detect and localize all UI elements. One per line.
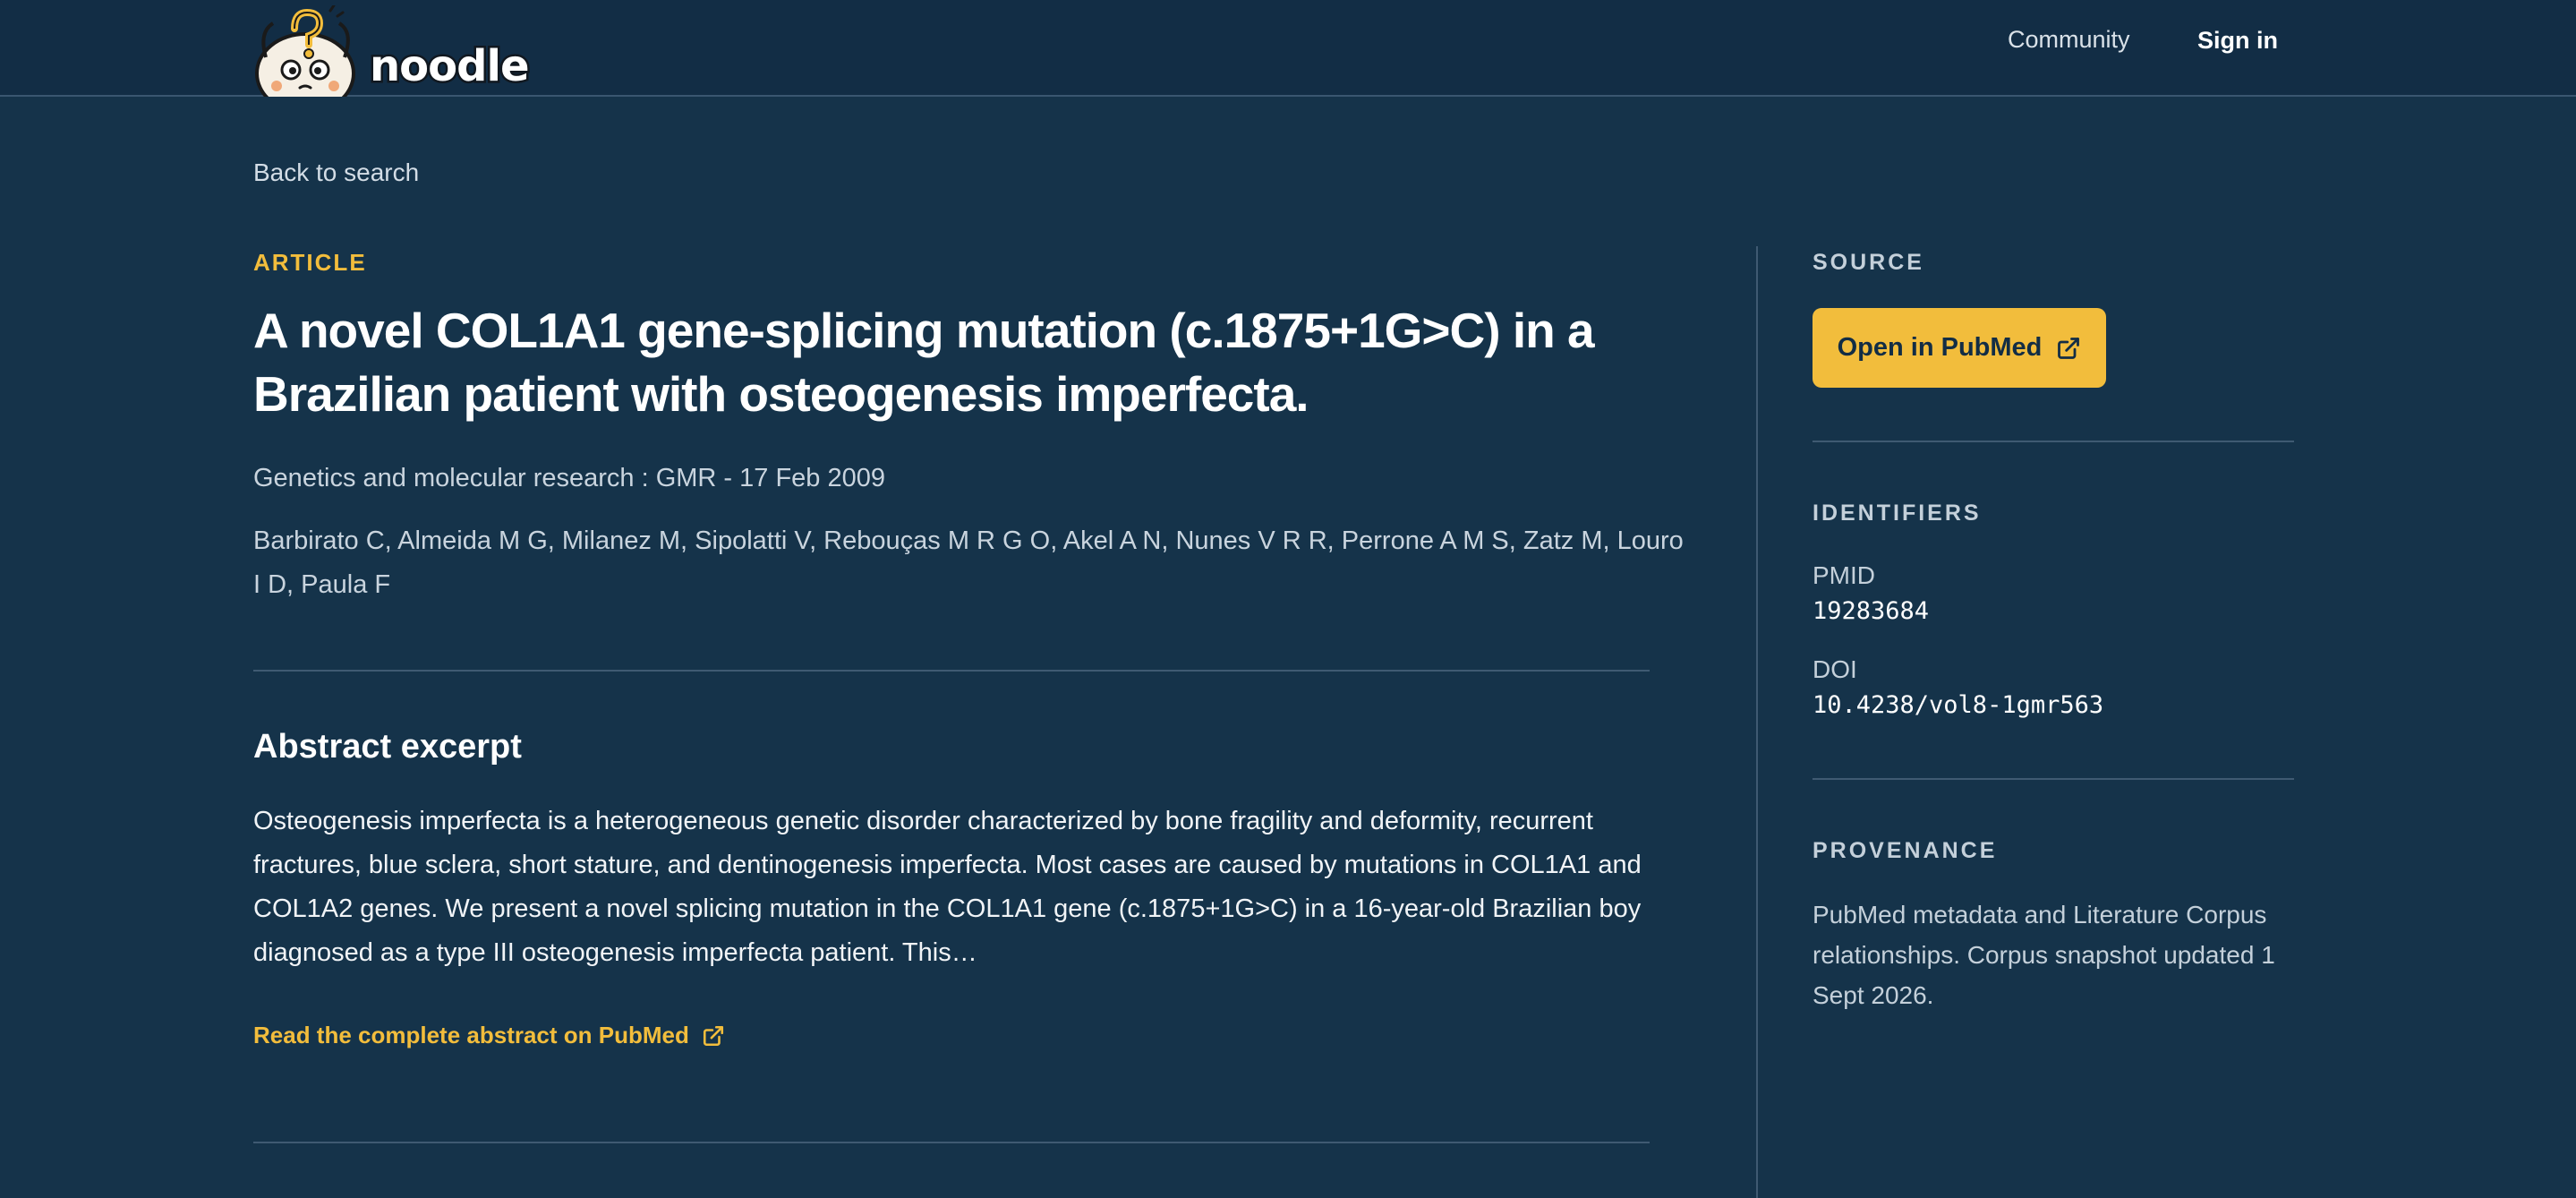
abstract-excerpt-text: Osteogenesis imperfecta is a heterogeneo… bbox=[253, 807, 1642, 967]
external-link-icon bbox=[2058, 337, 2080, 359]
sidebar-divider bbox=[1813, 441, 2294, 442]
source-section-label: SOURCE bbox=[1813, 250, 1924, 275]
sign-in-link[interactable]: Sign in bbox=[2197, 27, 2278, 55]
sidebar-divider bbox=[1813, 778, 2294, 780]
column-divider bbox=[1756, 246, 1758, 1198]
pmid-value: 19283684 bbox=[1813, 597, 1930, 625]
provenance-text: PubMed metadata and Literature Corpus re… bbox=[1813, 901, 2275, 1009]
author-list: Barbirato C, Almeida M G, Milanez M, Sip… bbox=[253, 526, 1684, 599]
external-link-icon bbox=[703, 1025, 723, 1046]
abstract-heading: Abstract excerpt bbox=[253, 728, 522, 766]
article-title: A novel COL1A1 gene-splicing mutation (c… bbox=[253, 303, 1595, 422]
provenance-section-label: PROVENANCE bbox=[1813, 838, 1998, 863]
open-in-pubmed-label: Open in PubMed bbox=[1837, 333, 2043, 362]
journal-and-date: Genetics and molecular research : GMR - … bbox=[253, 464, 885, 492]
doi-value: 10.4238/vol8-1gmr563 bbox=[1813, 691, 2104, 719]
section-divider bbox=[253, 1142, 1650, 1143]
open-in-pubmed-button[interactable]: Open in PubMed bbox=[1813, 308, 2106, 388]
top-navigation-bar: noodle Community Sign in bbox=[0, 0, 2576, 97]
noodle-mascot-logo bbox=[255, 5, 355, 97]
read-full-abstract-label: Read the complete abstract on PubMed bbox=[253, 1022, 689, 1048]
nav-community-link[interactable]: Community bbox=[2008, 26, 2130, 54]
identifiers-section-label: IDENTIFIERS bbox=[1813, 501, 1982, 526]
article-kind-label: ARTICLE bbox=[253, 249, 367, 276]
pmid-label: PMID bbox=[1813, 561, 1875, 589]
doi-label: DOI bbox=[1813, 655, 1857, 683]
back-to-search-link[interactable]: Back to search bbox=[253, 158, 419, 187]
home-logo-link[interactable]: noodle bbox=[253, 5, 532, 97]
section-divider bbox=[253, 670, 1650, 672]
read-full-abstract-link[interactable]: Read the complete abstract on PubMed bbox=[253, 1022, 725, 1049]
brand-wordmark: noodle bbox=[368, 39, 532, 94]
